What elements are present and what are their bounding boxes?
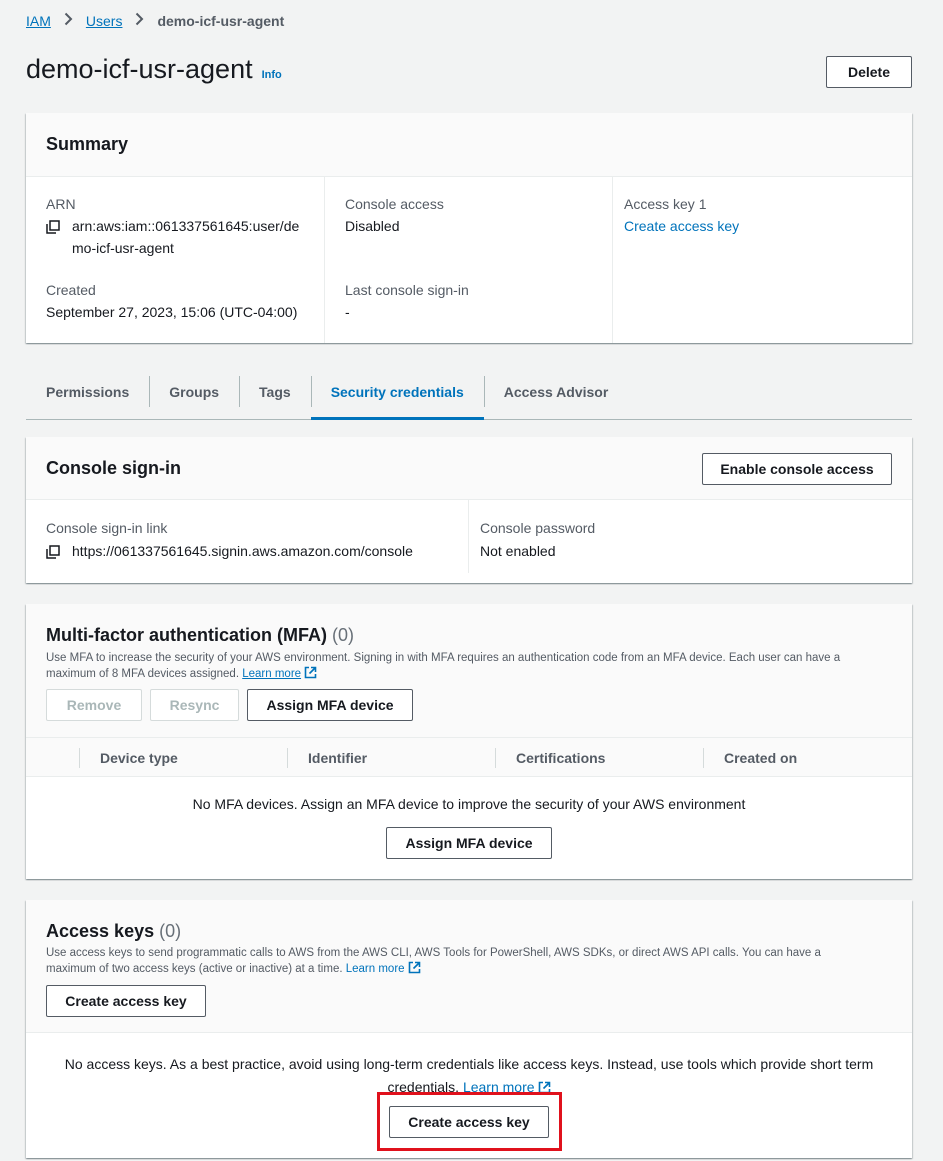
enable-console-access-button[interactable]: Enable console access <box>702 453 892 485</box>
mfa-empty-message: No MFA devices. Assign an MFA device to … <box>192 796 746 812</box>
page-header: demo-icf-usr-agent Info <box>26 54 282 85</box>
column-divider <box>287 748 288 768</box>
summary-panel: Summary ARN arn:aws:iam::061337561645:us… <box>26 113 912 343</box>
console-access-value: Disabled <box>345 218 400 234</box>
summary-create-access-key-link[interactable]: Create access key <box>624 218 739 234</box>
external-link-icon <box>408 961 421 974</box>
console-signin-panel: Console sign-in Enable console access Co… <box>26 437 912 583</box>
mfa-learn-more-link[interactable]: Learn more <box>242 668 301 680</box>
column-identifier[interactable]: Identifier <box>308 738 367 778</box>
summary-header: Summary <box>26 113 912 177</box>
breadcrumb-iam-link[interactable]: IAM <box>26 13 51 29</box>
empty-assign-mfa-device-button[interactable]: Assign MFA device <box>386 827 552 859</box>
column-divider <box>79 748 80 768</box>
last-signin-value: - <box>345 304 350 320</box>
assign-mfa-device-button[interactable]: Assign MFA device <box>247 689 413 721</box>
mfa-resync-button[interactable]: Resync <box>150 689 239 721</box>
delete-button[interactable]: Delete <box>826 56 912 88</box>
console-signin-link-value: https://061337561645.signin.aws.amazon.c… <box>72 543 413 559</box>
tab-tags[interactable]: Tags <box>239 376 311 407</box>
access-keys-title-text: Access keys <box>46 921 155 941</box>
mfa-count: (0) <box>332 625 354 645</box>
summary-column-3: Access key 1 Create access key <box>612 177 912 343</box>
page-title: demo-icf-usr-agent <box>26 54 253 84</box>
console-signin-link-column: Console sign-in link https://06133756164… <box>26 500 468 583</box>
arn-value-line-1: arn:aws:iam::061337561645:user/de <box>72 218 300 234</box>
summary-column-2: Console access Disabled Last console sig… <box>324 177 612 343</box>
mfa-description: Use MFA to increase the security of your… <box>46 650 896 682</box>
tab-bar: Permissions Groups Tags Security credent… <box>26 376 912 420</box>
arn-label: ARN <box>46 196 76 212</box>
console-access-label: Console access <box>345 196 444 212</box>
mfa-remove-button[interactable]: Remove <box>46 689 142 721</box>
info-link[interactable]: Info <box>262 69 282 81</box>
column-certifications[interactable]: Certifications <box>516 738 605 778</box>
copy-icon[interactable] <box>46 220 60 234</box>
console-signin-title: Console sign-in <box>46 458 181 478</box>
tab-security-credentials[interactable]: Security credentials <box>310 376 484 420</box>
external-link-icon <box>538 1078 551 1094</box>
summary-column-1: ARN arn:aws:iam::061337561645:user/de mo… <box>26 177 324 343</box>
chevron-right-icon <box>64 12 73 29</box>
chevron-right-icon <box>135 12 144 29</box>
column-divider <box>495 748 496 768</box>
tab-groups[interactable]: Groups <box>149 376 239 407</box>
mfa-panel: Multi-factor authentication (MFA) (0) Us… <box>26 604 912 879</box>
column-device-type[interactable]: Device type <box>100 738 178 778</box>
access-keys-learn-more-link[interactable]: Learn more <box>346 963 405 975</box>
access-keys-description-line-2: maximum of two access keys (active or in… <box>46 963 343 975</box>
last-signin-label: Last console sign-in <box>345 282 469 298</box>
mfa-title-text: Multi-factor authentication (MFA) <box>46 625 327 645</box>
console-password-value: Not enabled <box>480 543 556 559</box>
console-password-column: Console password Not enabled <box>468 500 912 573</box>
mfa-table-header: Device type Identifier Certifications Cr… <box>26 737 912 777</box>
access-keys-header: Access keys (0) Use access keys to send … <box>26 900 912 1033</box>
breadcrumb: IAM Users demo-icf-usr-agent <box>26 12 284 29</box>
breadcrumb-current: demo-icf-usr-agent <box>157 12 285 29</box>
copy-icon[interactable] <box>46 545 60 559</box>
column-created-on[interactable]: Created on <box>724 738 797 778</box>
mfa-title: Multi-factor authentication (MFA) (0) <box>46 625 354 646</box>
column-divider <box>703 748 704 768</box>
mfa-description-line-2: maximum of 8 MFA devices assigned. <box>46 668 240 680</box>
console-password-label: Console password <box>480 520 596 536</box>
breadcrumb-users-link[interactable]: Users <box>86 13 123 29</box>
created-value: September 27, 2023, 15:06 (UTC-04:00) <box>46 304 298 320</box>
created-label: Created <box>46 282 96 298</box>
arn-value-line-2: mo-icf-usr-agent <box>72 240 174 256</box>
highlight-box <box>377 1092 562 1151</box>
access-keys-title: Access keys (0) <box>46 921 181 942</box>
tab-access-advisor[interactable]: Access Advisor <box>483 376 629 407</box>
summary-title: Summary <box>46 134 129 154</box>
access-keys-description-line-1: Use access keys to send programmatic cal… <box>46 947 821 959</box>
access-keys-empty-line-1: No access keys. As a best practice, avoi… <box>64 1056 874 1072</box>
create-access-key-button[interactable]: Create access key <box>46 985 206 1017</box>
external-link-icon <box>304 666 317 679</box>
access-keys-count: (0) <box>159 921 182 941</box>
access-key-1-label: Access key 1 <box>624 196 707 212</box>
mfa-description-line-1: Use MFA to increase the security of your… <box>46 652 841 664</box>
console-signin-link-label: Console sign-in link <box>46 520 168 536</box>
access-keys-description: Use access keys to send programmatic cal… <box>46 945 896 977</box>
console-signin-header: Console sign-in Enable console access <box>26 437 912 500</box>
tab-permissions[interactable]: Permissions <box>26 376 149 407</box>
mfa-header: Multi-factor authentication (MFA) (0) Us… <box>26 604 912 737</box>
